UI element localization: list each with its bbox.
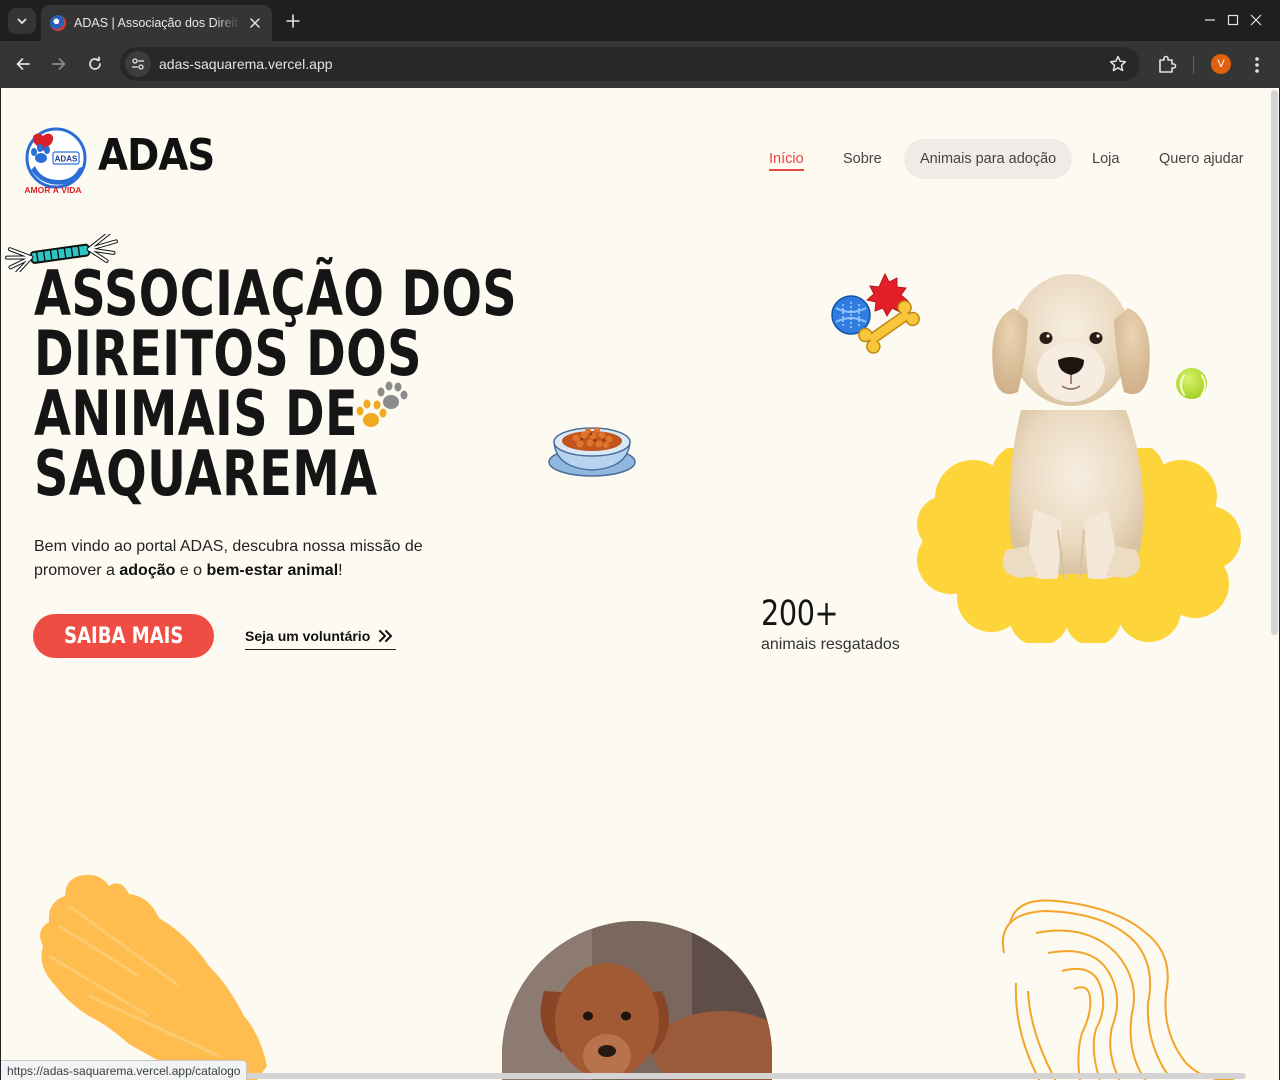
plus-icon xyxy=(286,14,300,28)
brand-name[interactable]: ADAS xyxy=(98,130,215,181)
intro-emphasis: adoção xyxy=(119,562,176,579)
nav-item-sobre[interactable]: Sobre xyxy=(843,139,882,179)
saiba-mais-button[interactable]: SAIBA MAIS xyxy=(33,614,214,658)
logo-emblem: ADAS AMOR À VIDA xyxy=(24,127,87,195)
orange-brush-stroke xyxy=(40,874,267,1080)
logo-badge-text: ADAS xyxy=(55,155,78,164)
tab-close-button[interactable] xyxy=(246,14,264,32)
tab-title: ADAS | Associação dos Direitos dos Anima… xyxy=(74,16,240,30)
back-button[interactable] xyxy=(9,50,37,78)
new-tab-button[interactable] xyxy=(282,10,304,32)
chevron-down-icon xyxy=(17,18,27,25)
intro-text-part: ! xyxy=(338,562,343,579)
contour-lines-decoration xyxy=(1001,899,1235,1080)
star-icon xyxy=(1109,55,1127,72)
hero-title-line: ANIMAIS DE xyxy=(34,377,358,450)
status-bar-url: https://adas-saquarema.vercel.app/catalo… xyxy=(1,1060,248,1080)
arrow-right-icon xyxy=(52,58,66,70)
brown-puppy-image xyxy=(502,921,772,1080)
paw-prints-icon xyxy=(356,381,408,427)
favicon-icon xyxy=(50,15,66,31)
tune-icon xyxy=(132,58,144,70)
volunteer-link-label: Seja um voluntário xyxy=(245,627,371,644)
horizontal-scrollbar-thumb[interactable] xyxy=(246,1073,1246,1079)
toolbar-divider xyxy=(1193,56,1194,74)
extensions-button[interactable] xyxy=(1155,52,1179,76)
adas-logo[interactable]: ADAS AMOR À VIDA xyxy=(23,122,89,196)
browser-tab-bar: ADAS | Associação dos Direitos dos Anima… xyxy=(0,0,1280,41)
food-bowl-icon xyxy=(548,427,636,477)
close-icon xyxy=(250,18,260,28)
site-info-button[interactable] xyxy=(125,51,151,77)
browser-menu-button[interactable] xyxy=(1246,53,1268,77)
dog-toys-icon xyxy=(831,272,920,354)
brown-puppy-photo xyxy=(502,921,772,1080)
reload-icon xyxy=(89,56,101,70)
arrow-left-icon xyxy=(16,58,30,70)
window-close-button[interactable] xyxy=(1233,0,1279,40)
hero-title-line: DIREITOS DOS xyxy=(34,317,422,390)
golden-puppy-image xyxy=(992,274,1150,580)
hero-title: ASSOCIAÇÃO DOS DIREITOS DOS ANIMAIS DE S… xyxy=(34,257,518,510)
browser-tab[interactable]: ADAS | Associação dos Direitos dos Anima… xyxy=(41,5,272,41)
intro-emphasis: bem-estar animal xyxy=(206,562,339,579)
intro-text: Bem vindo ao portal ADAS, descubra nossa… xyxy=(34,535,424,583)
address-bar[interactable]: adas-saquarema.vercel.app xyxy=(120,47,1140,81)
rescued-label: animais resgatados xyxy=(761,636,900,653)
horizontal-scrollbar[interactable] xyxy=(246,1071,1256,1080)
bookmark-button[interactable] xyxy=(1108,54,1128,79)
volunteer-link[interactable]: Seja um voluntário xyxy=(245,622,397,650)
intro-text-part: e o xyxy=(175,562,207,579)
browser-toolbar: adas-saquarema.vercel.app V xyxy=(0,41,1280,88)
web-page: ADAS AMOR À VIDA ADAS Início Sobre Anima… xyxy=(1,88,1279,1080)
hero-title-line: ASSOCIAÇÃO DOS xyxy=(34,257,518,330)
nav-item-loja[interactable]: Loja xyxy=(1092,139,1119,179)
nav-item-animais[interactable]: Animais para adoção xyxy=(904,139,1073,179)
more-vertical-icon xyxy=(1255,57,1259,73)
forward-button[interactable] xyxy=(45,50,73,78)
nav-item-quero-ajudar[interactable]: Quero ajudar xyxy=(1159,139,1244,179)
logo-slogan: AMOR À VIDA xyxy=(24,185,81,195)
rescued-count: 200+ xyxy=(761,594,839,634)
profile-avatar[interactable]: V xyxy=(1211,54,1231,74)
tab-search-button[interactable] xyxy=(8,8,36,34)
close-icon xyxy=(1250,14,1262,26)
saiba-mais-label: SAIBA MAIS xyxy=(63,623,184,649)
tennis-ball-icon xyxy=(1176,368,1207,400)
url-text[interactable]: adas-saquarema.vercel.app xyxy=(159,56,333,72)
double-chevron-right-icon xyxy=(379,629,393,642)
reload-button[interactable] xyxy=(81,50,109,78)
hero-title-line: SAQUAREMA xyxy=(34,437,378,510)
puzzle-icon xyxy=(1159,55,1177,73)
vertical-scrollbar[interactable] xyxy=(1270,88,1279,1080)
nav-item-inicio[interactable]: Início xyxy=(769,139,804,179)
scrollbar-thumb[interactable] xyxy=(1271,90,1278,635)
